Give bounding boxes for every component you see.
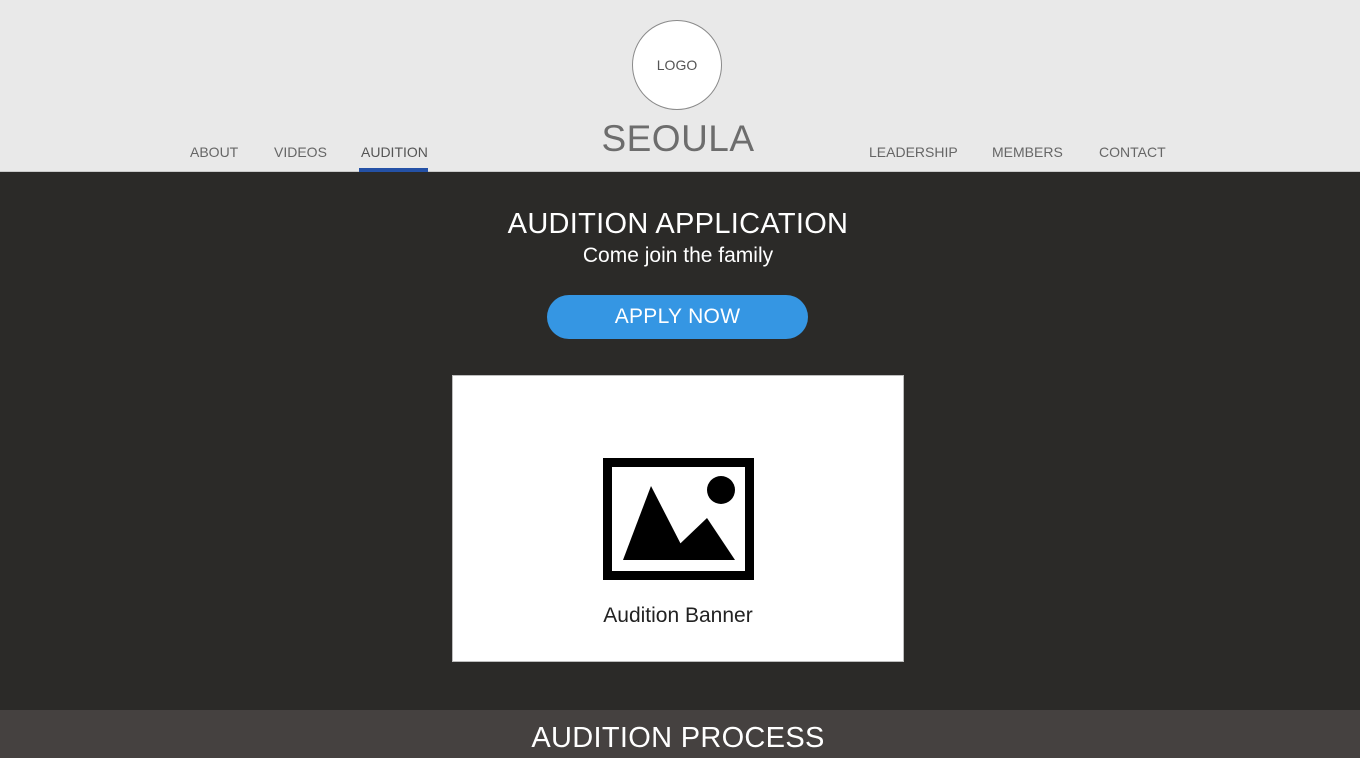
nav-item-members[interactable]: MEMBERS — [992, 144, 1063, 172]
process-section: AUDITION PROCESS — [0, 710, 1360, 758]
nav-item-about[interactable]: ABOUT — [190, 144, 238, 172]
site-header: LOGO SEOULA ABOUT VIDEOS AUDITION LEADER… — [0, 0, 1360, 172]
hero-title: AUDITION APPLICATION — [507, 208, 849, 240]
nav-item-contact[interactable]: CONTACT — [1099, 144, 1166, 172]
nav-item-videos[interactable]: VIDEOS — [274, 144, 327, 172]
audition-banner: Audition Banner — [452, 375, 904, 662]
logo-label: LOGO — [656, 57, 698, 73]
nav-item-leadership[interactable]: LEADERSHIP — [869, 144, 958, 172]
banner-caption: Audition Banner — [603, 604, 753, 627]
process-title: AUDITION PROCESS — [531, 722, 825, 754]
apply-now-button[interactable]: APPLY NOW — [547, 295, 808, 339]
hero-subtitle: Come join the family — [582, 244, 774, 267]
image-placeholder-icon — [603, 458, 754, 580]
logo[interactable]: LOGO — [632, 20, 722, 110]
hero-section: AUDITION APPLICATION Come join the famil… — [0, 172, 1360, 710]
